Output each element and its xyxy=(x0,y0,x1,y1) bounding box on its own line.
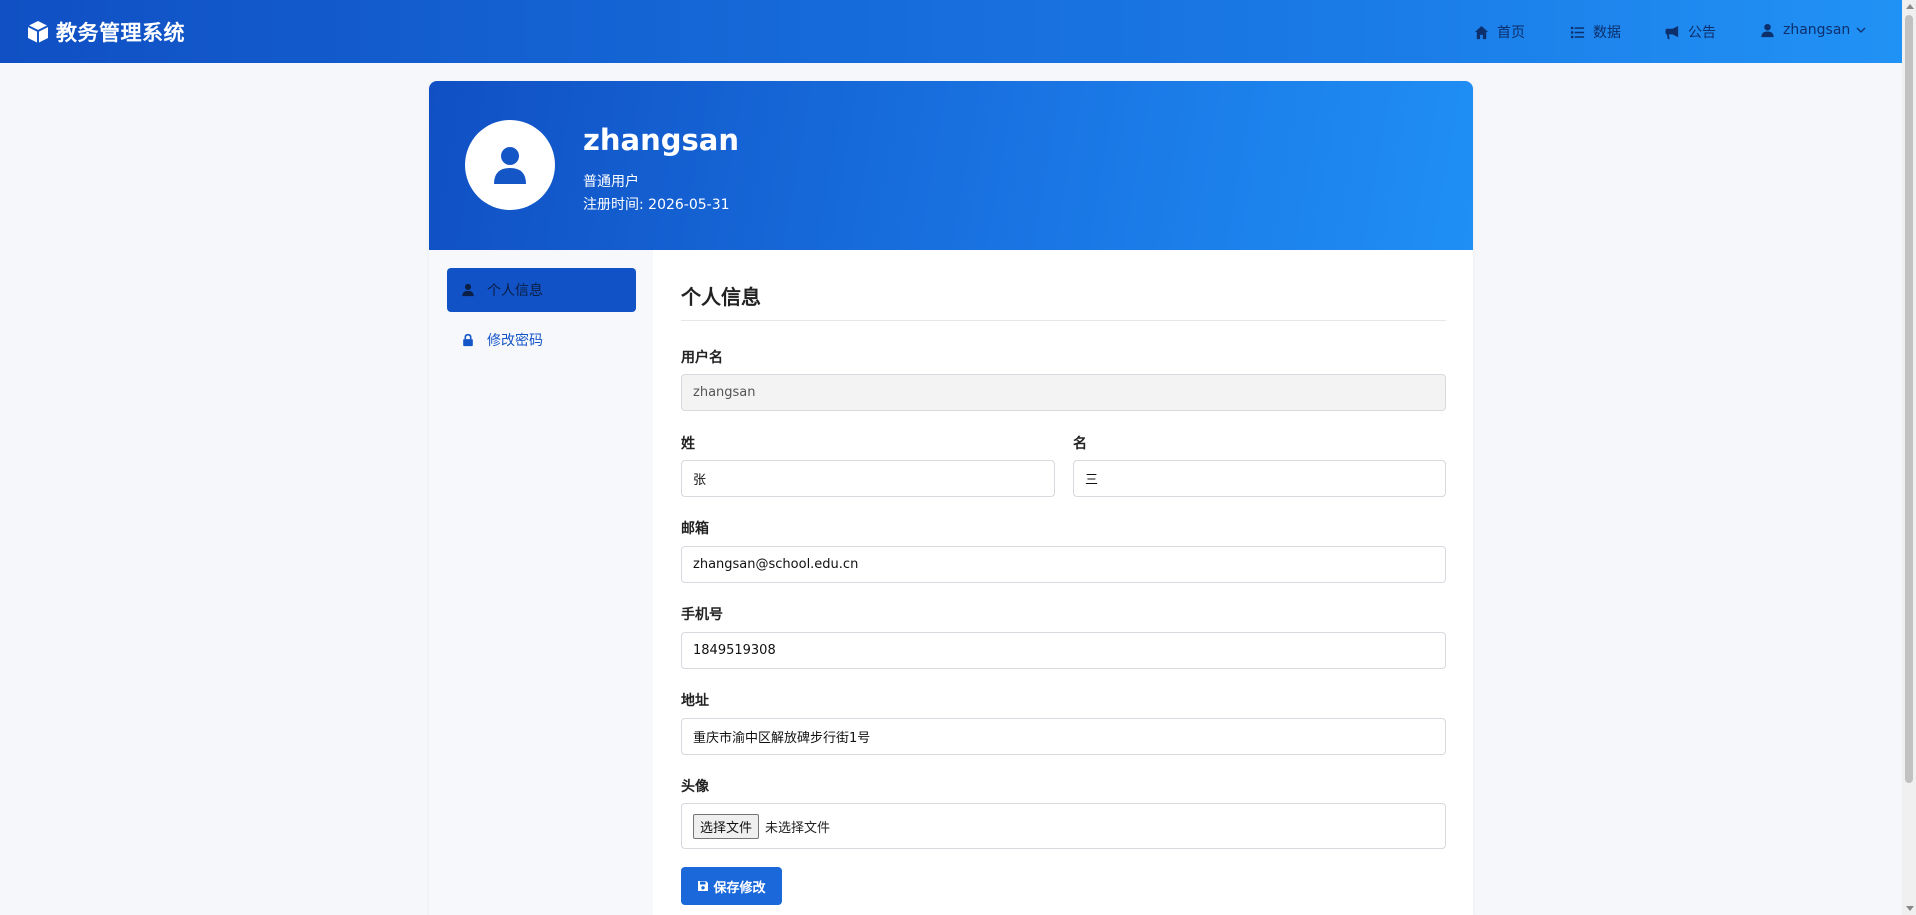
profile-header: zhangsan 普通用户 注册时间: 2026-05-31 xyxy=(429,81,1473,250)
avatar-file-input[interactable]: 选择文件 未选择文件 xyxy=(681,803,1446,849)
email-input[interactable] xyxy=(681,546,1446,583)
form-title: 个人信息 xyxy=(681,285,761,309)
phone-input[interactable] xyxy=(681,632,1446,669)
nav-home[interactable]: 首页 xyxy=(1474,22,1525,42)
sidebar-item-change-password[interactable]: 修改密码 xyxy=(447,318,636,362)
floppy-disk-icon xyxy=(698,881,709,891)
megaphone-icon xyxy=(1665,25,1679,39)
profile-role: 普通用户 xyxy=(583,174,639,190)
user-icon xyxy=(1761,23,1774,37)
top-navbar: 教务管理系统 首页 数据 公告 zhangsan xyxy=(0,0,1902,63)
registered-date: 2026-05-31 xyxy=(648,197,730,213)
first-name-input[interactable] xyxy=(1073,460,1446,497)
avatar-label: 头像 xyxy=(681,779,709,795)
sidebar-item-label: 个人信息 xyxy=(487,283,543,299)
email-label: 邮箱 xyxy=(681,521,709,537)
cube-icon xyxy=(27,21,49,43)
user-avatar-icon xyxy=(494,147,526,184)
scroll-down-arrow[interactable] xyxy=(1906,906,1914,911)
choose-file-button[interactable]: 选择文件 xyxy=(693,813,760,839)
brand[interactable]: 教务管理系统 xyxy=(26,17,185,47)
nav-home-label: 首页 xyxy=(1497,25,1525,41)
save-button-label: 保存修改 xyxy=(713,880,766,896)
nav-data[interactable]: 数据 xyxy=(1570,22,1621,42)
chevron-down-icon xyxy=(1856,27,1866,33)
nav-notice[interactable]: 公告 xyxy=(1665,22,1716,42)
avatar xyxy=(465,120,555,210)
nav-username: zhangsan xyxy=(1783,22,1851,38)
last-name-label: 姓 xyxy=(681,436,695,452)
profile-name: zhangsan xyxy=(583,123,739,157)
nav-notice-label: 公告 xyxy=(1688,25,1716,41)
profile-sidebar: 个人信息 修改密码 xyxy=(429,250,653,915)
profile-card: zhangsan 普通用户 注册时间: 2026-05-31 个人信息 修改密码… xyxy=(429,81,1473,915)
address-label: 地址 xyxy=(681,693,709,709)
nav-data-label: 数据 xyxy=(1593,25,1621,41)
app-title: 教务管理系统 xyxy=(56,21,185,45)
last-name-input[interactable] xyxy=(681,460,1055,497)
nav-user-menu[interactable]: zhangsan xyxy=(1760,22,1866,38)
sidebar-item-label: 修改密码 xyxy=(487,333,543,349)
list-icon xyxy=(1570,26,1585,38)
sidebar-item-profile-info[interactable]: 个人信息 xyxy=(447,268,636,312)
scroll-up-arrow[interactable] xyxy=(1906,4,1914,9)
page-scrollbar[interactable] xyxy=(1902,0,1916,915)
scroll-thumb[interactable] xyxy=(1905,15,1913,783)
first-name-label: 名 xyxy=(1073,436,1087,452)
user-icon xyxy=(462,283,474,297)
home-icon xyxy=(1474,25,1489,39)
profile-registered: 注册时间: 2026-05-31 xyxy=(583,194,730,214)
file-status: 未选择文件 xyxy=(765,820,831,836)
lock-icon xyxy=(463,333,473,347)
registered-label: 注册时间: xyxy=(583,197,644,213)
username-label: 用户名 xyxy=(681,350,723,366)
form-divider xyxy=(681,320,1446,321)
phone-label: 手机号 xyxy=(681,607,723,623)
address-input[interactable] xyxy=(681,718,1446,755)
username-input[interactable] xyxy=(681,374,1446,411)
save-button[interactable]: 保存修改 xyxy=(681,867,782,905)
